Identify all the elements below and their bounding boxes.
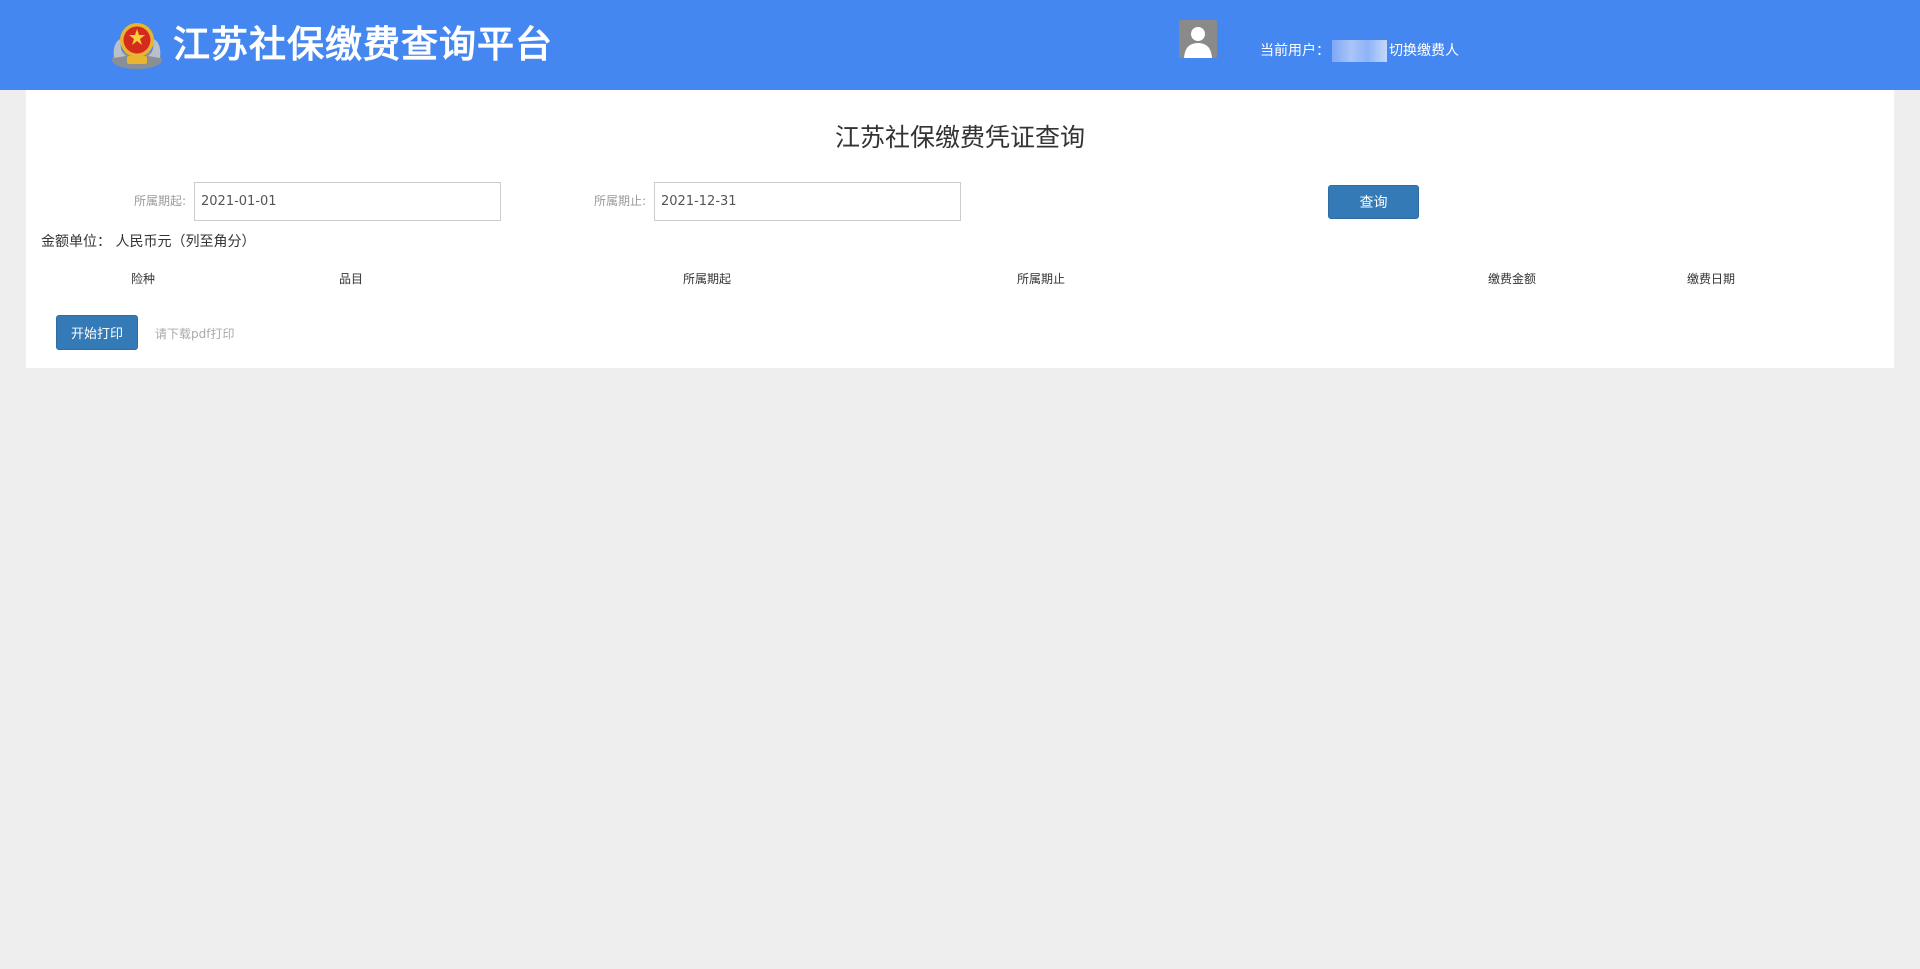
masked-username bbox=[1332, 40, 1387, 62]
start-print-button[interactable]: 开始打印 bbox=[56, 315, 138, 350]
current-user-area: 当前用户： 切换缴费人 bbox=[1260, 40, 1459, 62]
amount-unit-note: 金额单位： 人民币元（列至角分） bbox=[41, 234, 256, 250]
current-user-label: 当前用户： bbox=[1260, 43, 1330, 59]
column-header-period-start: 所属期起 bbox=[683, 272, 732, 286]
column-header-payment-date: 缴费日期 bbox=[1687, 272, 1736, 286]
top-header: 江苏社保缴费查询平台 当前用户： 切换缴费人 bbox=[0, 0, 1920, 90]
period-end-label: 所属期止: bbox=[594, 194, 647, 208]
tax-emblem-icon bbox=[112, 23, 162, 69]
column-header-period-end: 所属期止 bbox=[1017, 272, 1066, 286]
print-hint: 请下载pdf打印 bbox=[155, 327, 235, 341]
column-header-item: 品目 bbox=[339, 272, 364, 286]
column-header-amount: 缴费金额 bbox=[1488, 272, 1537, 286]
period-start-input[interactable] bbox=[194, 182, 501, 221]
user-avatar-icon bbox=[1179, 20, 1217, 58]
period-start-label: 所属期起: bbox=[134, 194, 187, 208]
voucher-query-panel: 江苏社保缴费凭证查询 所属期起: 所属期止: 查询 金额单位： 人民币元（列至角… bbox=[26, 90, 1894, 368]
period-end-input[interactable] bbox=[654, 182, 961, 221]
page-title: 江苏社保缴费凭证查询 bbox=[834, 123, 1085, 152]
switch-payer-link[interactable]: 切换缴费人 bbox=[1389, 43, 1459, 59]
site-title: 江苏社保缴费查询平台 bbox=[173, 23, 553, 66]
query-button[interactable]: 查询 bbox=[1328, 185, 1419, 219]
column-header-insurance-type: 险种 bbox=[131, 272, 156, 286]
